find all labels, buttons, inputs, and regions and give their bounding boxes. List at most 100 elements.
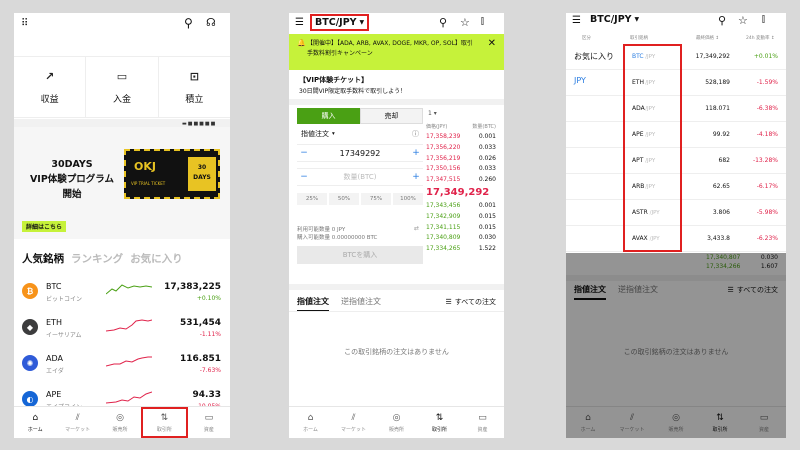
plus-icon[interactable]: + xyxy=(409,148,423,158)
pct-25-button[interactable]: 25% xyxy=(297,193,327,205)
pair-row[interactable]: BTC/JPY 17,349,292 +0.01% xyxy=(566,45,786,70)
bid-row[interactable]: 17,334,265 1.522 xyxy=(426,243,496,254)
notice-banner[interactable]: 🔔 【開催中】【ADA, ARB, AVAX, DOGE, MKR, OP, S… xyxy=(289,34,504,70)
hamburger-menu-icon[interactable]: ☰ xyxy=(572,15,581,26)
candlestick-icon[interactable]: ⫿ xyxy=(481,17,484,27)
ask-row[interactable]: 17,347,515 0.260 xyxy=(426,174,496,185)
candlestick-icon[interactable]: ⫿ xyxy=(762,15,765,25)
pair-price: 99.92 xyxy=(712,131,730,138)
orderbook-step-select[interactable]: 1 xyxy=(428,110,432,117)
pair-row[interactable]: APE/JPY 99.92 -4.18% xyxy=(566,123,786,148)
tab-favorites[interactable]: お気に入り xyxy=(130,251,183,266)
nav-shop[interactable]: ◎ 販売所 xyxy=(375,407,418,438)
bid-qty: 0.015 xyxy=(478,223,496,231)
close-icon[interactable]: ✕ xyxy=(488,38,496,49)
pair-row[interactable]: ARB/JPY 62.65 -6.17% xyxy=(566,175,786,200)
hamburger-menu-icon[interactable]: ☰ xyxy=(295,17,304,28)
quick-deposit-button[interactable]: ▭ 入金 xyxy=(86,57,159,117)
ask-price: 17,356,219 xyxy=(426,154,461,162)
pct-75-button[interactable]: 75% xyxy=(361,193,391,205)
pair-quote: /JPY xyxy=(649,210,660,216)
caret-up-icon: ▼ xyxy=(634,16,640,23)
pair-selector[interactable]: BTC/JPY ▼ xyxy=(590,14,639,25)
pct-100-button[interactable]: 100% xyxy=(393,193,423,205)
nav-assets[interactable]: ▭ 資産 xyxy=(461,407,504,438)
modal-backdrop[interactable] xyxy=(566,253,786,438)
ask-price: 17,350,156 xyxy=(426,165,461,173)
buy-tab[interactable]: 購入 xyxy=(297,108,360,124)
nav-shop[interactable]: ◎ 販売所 xyxy=(99,407,141,438)
pair-base: BTC xyxy=(632,53,644,60)
nav-home[interactable]: ⌂ ホーム xyxy=(289,407,332,438)
grid-menu-icon[interactable]: ⠿ xyxy=(21,18,28,29)
bid-row[interactable]: 17,343,456 0.001 xyxy=(426,201,496,212)
sell-tab[interactable]: 売却 xyxy=(360,108,423,124)
bid-row[interactable]: 17,340,809 0.030 xyxy=(426,232,496,243)
pair-row[interactable]: ADA/JPY 118.071 -6.38% xyxy=(566,97,786,122)
ask-row[interactable]: 17,356,219 0.026 xyxy=(426,153,496,164)
star-icon[interactable]: ☆ xyxy=(460,16,470,29)
info-icon[interactable]: ⓘ xyxy=(412,129,419,139)
ob-header-qty: 数量(BTC) xyxy=(472,123,496,130)
nav-exchange[interactable]: ⇅ 取引所 xyxy=(141,407,188,438)
divider xyxy=(289,311,504,312)
ask-row[interactable]: 17,356,220 0.033 xyxy=(426,142,496,153)
nav-exchange[interactable]: ⇅ 取引所 xyxy=(418,407,461,438)
nav-assets[interactable]: ▭ 資産 xyxy=(188,407,230,438)
nav-market[interactable]: ⫽ マーケット xyxy=(332,407,375,438)
search-icon[interactable]: ⚲ xyxy=(439,16,447,29)
order-type-label: 指値注文 xyxy=(301,130,329,138)
pair-selector[interactable]: BTC/JPY ▼ xyxy=(310,14,370,31)
plus-icon[interactable]: + xyxy=(409,172,423,182)
search-icon[interactable]: ⚲ xyxy=(184,16,193,30)
all-orders-link[interactable]: ☰ すべての注文 xyxy=(445,297,496,307)
banner-title: 30DAYS VIP体験プログラム 開始 xyxy=(29,159,115,200)
quick-profit-button[interactable]: ↗ 収益 xyxy=(14,57,87,117)
bid-price: 17,343,456 xyxy=(426,202,461,210)
tab-stop-orders[interactable]: 逆指値注文 xyxy=(341,296,381,307)
order-type-select[interactable]: 指値注文 ▾ xyxy=(301,129,335,139)
header-price[interactable]: 最終価格 ↕ xyxy=(696,35,719,41)
nav-home[interactable]: ⌂ ホーム xyxy=(14,407,56,438)
tab-ranking[interactable]: ランキング xyxy=(71,251,123,266)
vip-banner[interactable]: 30DAYS VIP体験プログラム 開始 OKJ VIP TRIAL TICKE… xyxy=(14,127,230,239)
list-item[interactable]: ₿ BTC ビットコイン 17,383,225 +0.10% xyxy=(14,275,230,311)
quantity-stepper: − 数量(BTC) + xyxy=(297,168,423,186)
list-item[interactable]: ✺ ADA エイダ 116.851 -7.63% xyxy=(14,347,230,383)
ask-price: 17,356,220 xyxy=(426,143,461,151)
price-input[interactable]: 17349292 xyxy=(311,149,409,158)
pair-row[interactable]: AVAX/JPY 3,433.8 -6.23% xyxy=(566,227,786,252)
pct-50-button[interactable]: 50% xyxy=(329,193,359,205)
quantity-input[interactable]: 数量(BTC) xyxy=(311,172,409,182)
bid-row[interactable]: 17,342,909 0.015 xyxy=(426,211,496,222)
swap-arrows-icon: ⇅ xyxy=(160,412,169,423)
bid-row[interactable]: 17,341,115 0.015 xyxy=(426,222,496,233)
all-orders-label: すべての注文 xyxy=(454,298,496,306)
pair-row[interactable]: APT/JPY 682 -13.28% xyxy=(566,149,786,174)
tab-limit-orders[interactable]: 指値注文 xyxy=(297,296,329,312)
transfer-icon[interactable]: ⇄ xyxy=(414,225,419,232)
ask-row[interactable]: 17,350,156 0.033 xyxy=(426,163,496,174)
coin-symbol: APE xyxy=(46,390,62,399)
sparkline-chart xyxy=(106,319,152,332)
submit-buy-button[interactable]: BTCを購入 xyxy=(297,246,423,264)
wallet-icon: ▭ xyxy=(478,412,487,423)
bell-icon: 🔔 xyxy=(297,39,306,47)
coin-price: 94.33 xyxy=(192,390,221,400)
search-icon[interactable]: ⚲ xyxy=(718,14,726,27)
notice-text: 【開催中】【ADA, ARB, AVAX, DOGE, MKR, OP, SOL… xyxy=(307,40,473,57)
quick-recurring-button[interactable]: ⊡ 積立 xyxy=(159,57,230,117)
ask-qty: 0.260 xyxy=(478,175,496,183)
star-icon[interactable]: ☆ xyxy=(738,14,748,27)
minus-icon[interactable]: − xyxy=(297,172,311,182)
pair-row[interactable]: ASTR/JPY 3.806 -5.98% xyxy=(566,201,786,226)
pair-row[interactable]: ETH/JPY 528,189 -1.59% xyxy=(566,71,786,96)
banner-detail-link[interactable]: 詳細はこちら xyxy=(22,221,67,232)
minus-icon[interactable]: − xyxy=(297,148,311,158)
ask-row[interactable]: 17,358,239 0.001 xyxy=(426,132,496,143)
header-change[interactable]: 24h 変動率 ↕ xyxy=(746,35,775,41)
list-item[interactable]: ◆ ETH イーサリアム 531,454 -1.11% xyxy=(14,311,230,347)
tab-popular[interactable]: 人気銘柄 xyxy=(22,251,64,266)
headset-icon[interactable]: ☊ xyxy=(206,16,216,29)
nav-market[interactable]: ⫽ マーケット xyxy=(56,407,98,438)
